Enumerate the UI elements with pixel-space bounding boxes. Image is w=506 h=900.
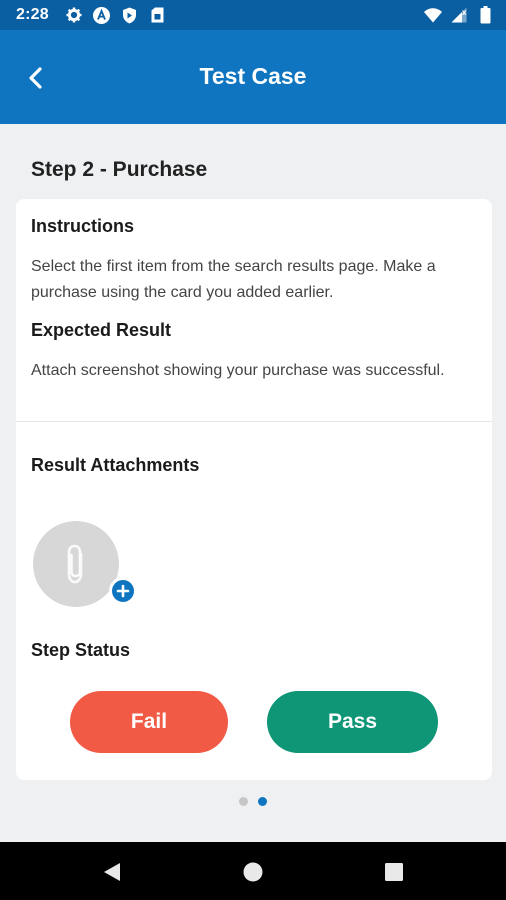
step-title: Step 2 - Purchase — [31, 158, 208, 181]
page-title: Test Case — [199, 63, 307, 89]
system-nav-bar — [0, 842, 506, 900]
a-icon — [93, 6, 111, 24]
expected-result-text: Attach screenshot showing your purchase … — [31, 362, 445, 379]
page-dot-1[interactable] — [239, 797, 248, 806]
wifi-icon — [424, 6, 442, 24]
divider — [16, 421, 492, 422]
status-time: 2:28 — [16, 6, 49, 23]
expected-result-heading: Expected Result — [31, 320, 172, 340]
result-attachments-heading: Result Attachments — [31, 455, 200, 475]
battery-icon — [476, 6, 494, 24]
page-indicator — [0, 797, 506, 806]
attachment-picker — [33, 521, 137, 613]
instructions-heading: Instructions — [31, 216, 135, 236]
back-triangle-icon[interactable] — [101, 861, 123, 883]
shield-icon — [121, 6, 139, 24]
step-card: Instructions Select the first item from … — [16, 199, 492, 780]
settings-icon — [65, 6, 83, 24]
sim-card-icon — [149, 6, 167, 24]
status-icons-left — [65, 6, 167, 24]
add-attachment-plus-button[interactable] — [109, 577, 137, 605]
svg-text:x: x — [462, 8, 467, 17]
status-icons-right: x — [424, 6, 494, 24]
paperclip-icon — [67, 544, 83, 584]
signal-icon: x — [450, 6, 468, 24]
plus-icon — [116, 584, 130, 598]
app-bar: Test Case — [0, 30, 506, 124]
instructions-text: Select the first item from the search re… — [31, 258, 436, 301]
fail-button[interactable]: Fail — [70, 691, 228, 753]
pass-button[interactable]: Pass — [267, 691, 438, 753]
status-bar: 2:28 x — [0, 0, 506, 30]
page-dot-2-active[interactable] — [258, 797, 267, 806]
add-attachment-button[interactable] — [33, 521, 119, 607]
home-circle-icon[interactable] — [242, 861, 264, 883]
step-status-heading: Step Status — [31, 640, 131, 660]
recents-square-icon[interactable] — [383, 861, 405, 883]
